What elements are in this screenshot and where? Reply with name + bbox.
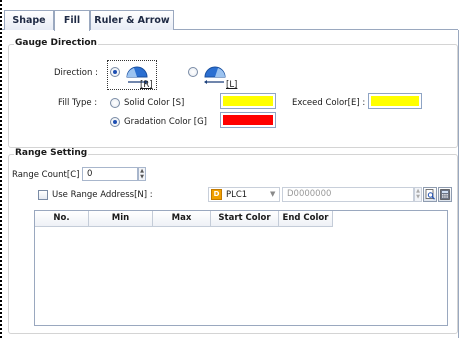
- keypad-button[interactable]: [438, 187, 452, 202]
- keypad-icon: [440, 189, 450, 200]
- column-header-start-color[interactable]: Start Color: [211, 211, 279, 227]
- direction-left-radio[interactable]: [188, 67, 198, 77]
- fill-type-label: Fill Type :: [58, 98, 98, 108]
- gauge-direction-title: Gauge Direction: [14, 38, 98, 48]
- range-count-input[interactable]: 0: [82, 167, 138, 181]
- gradation-color-fill: [223, 115, 273, 125]
- gauge-left-icon: [204, 66, 226, 84]
- fill-properties-window: Shape Fill Ruler & Arrow Gauge Direction…: [0, 0, 460, 338]
- column-header-end-color[interactable]: End Color: [279, 211, 333, 227]
- column-header-min[interactable]: Min: [89, 211, 153, 227]
- device-address-spinner[interactable]: ▲ ▼: [414, 187, 422, 202]
- chevron-down-icon: ▼: [270, 190, 276, 198]
- column-header-no[interactable]: No.: [35, 211, 89, 227]
- plc-device-icon: D: [211, 189, 222, 200]
- range-count-label: Range Count[C] :: [12, 170, 86, 180]
- plc-selector[interactable]: D PLC1 ▼: [208, 187, 280, 202]
- device-address-input[interactable]: D0000000: [282, 187, 414, 202]
- tab-fill[interactable]: Fill: [54, 10, 90, 31]
- spin-down-icon[interactable]: ▼: [415, 194, 421, 200]
- tab-ruler-arrow[interactable]: Ruler & Arrow: [90, 10, 174, 30]
- spin-down-icon[interactable]: ▼: [139, 174, 145, 180]
- direction-label: Direction :: [54, 68, 98, 78]
- solid-color-radio[interactable]: [110, 98, 120, 108]
- direction-right-key: [R]: [140, 80, 153, 90]
- device-search-button[interactable]: [423, 187, 437, 202]
- column-header-max[interactable]: Max: [153, 211, 211, 227]
- solid-color-swatch[interactable]: [220, 93, 276, 109]
- gradation-color-swatch[interactable]: [220, 112, 276, 128]
- solid-color-label[interactable]: Solid Color [S]: [124, 98, 184, 108]
- fill-panel: Gauge Direction Direction : [R] [L] Fill…: [2, 30, 459, 338]
- exceed-color-fill: [371, 96, 419, 106]
- range-count-spinner[interactable]: ▲ ▼: [138, 167, 146, 181]
- device-search-icon: [425, 189, 435, 200]
- exceed-color-swatch[interactable]: [368, 93, 422, 109]
- gradation-color-radio[interactable]: [110, 117, 120, 127]
- use-range-address-label[interactable]: Use Range Address[N] :: [52, 190, 153, 200]
- range-setting-title: Range Setting: [14, 148, 89, 158]
- range-table[interactable]: No. Min Max Start Color End Color: [34, 210, 448, 326]
- direction-right-radio[interactable]: [110, 67, 120, 77]
- tab-bar: Shape Fill Ruler & Arrow: [2, 10, 458, 31]
- gradation-color-label[interactable]: Gradation Color [G]: [124, 117, 207, 127]
- plc-selector-value: PLC1: [226, 190, 248, 200]
- tab-shape[interactable]: Shape: [4, 10, 54, 30]
- use-range-address-checkbox[interactable]: [38, 190, 48, 200]
- direction-left-key: [L]: [226, 80, 238, 90]
- exceed-color-label: Exceed Color[E] :: [292, 98, 366, 108]
- solid-color-fill: [223, 96, 273, 106]
